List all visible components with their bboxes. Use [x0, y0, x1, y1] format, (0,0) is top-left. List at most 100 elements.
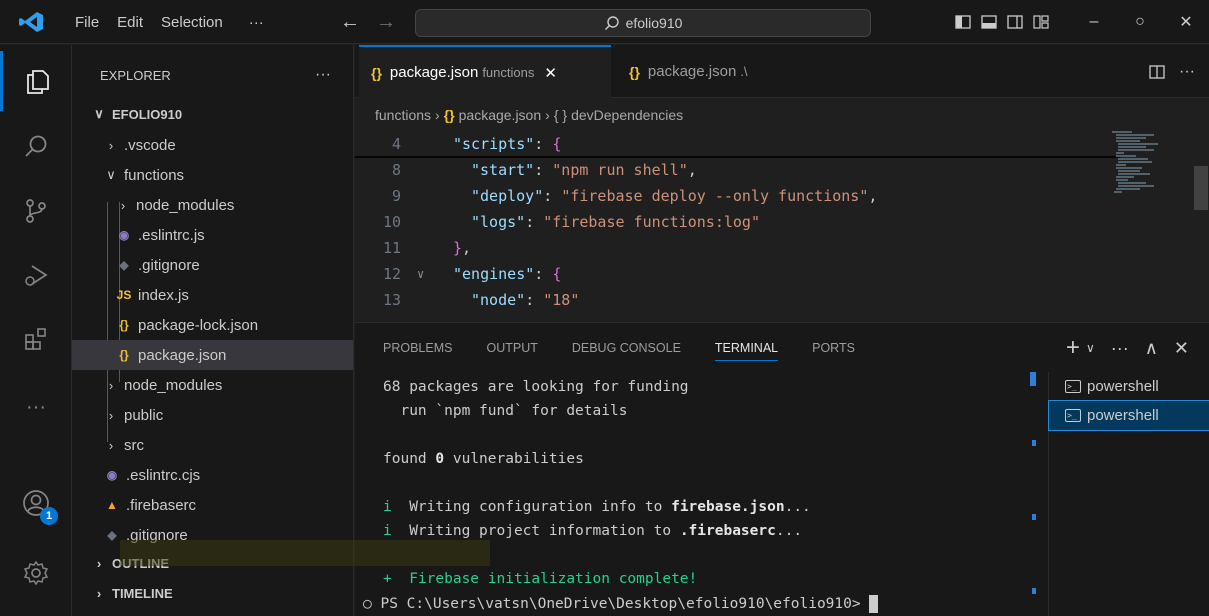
sticky-scroll-divider: [355, 156, 1120, 158]
run-debug-icon: [25, 265, 48, 286]
tab-description: .\: [740, 64, 748, 79]
code-editor[interactable]: 4 "scripts": {8 "start": "npm run shell", 9…: [355, 131, 1209, 321]
panel-more-button[interactable]: ···: [1111, 338, 1129, 359]
toggle-secondary-sidebar-icon[interactable]: [1007, 14, 1023, 30]
line-number: 13: [382, 291, 401, 309]
code-line: 9 "deploy": "firebase deploy --only funct…: [355, 183, 1115, 209]
tree-item[interactable]: › public: [72, 400, 353, 430]
tab-terminal[interactable]: TERMINAL: [714, 341, 779, 361]
customize-layout-icon[interactable]: [1033, 14, 1049, 30]
terminal-line: ○ PS C:\Users\vatsn\OneDrive\Desktop\efo…: [363, 595, 879, 616]
tree-item-label: .eslintrc.cjs: [126, 466, 201, 484]
line-number: 11: [382, 239, 401, 257]
terminal-text: ...: [775, 523, 803, 539]
tree-item[interactable]: {} package-lock.json: [72, 310, 353, 340]
terminal-list: >_ powershell >_ powershell: [1048, 372, 1209, 616]
breadcrumb-package-json[interactable]: package.json: [459, 107, 542, 123]
chevron-right-icon: ›: [108, 377, 114, 393]
forward-arrow-icon[interactable]: →: [376, 11, 396, 34]
close-panel-button[interactable]: ✕: [1174, 338, 1189, 359]
editor-scrollbar[interactable]: [1194, 166, 1208, 210]
chevron-right-icon: ›: [96, 585, 102, 601]
back-arrow-icon[interactable]: ←: [340, 11, 360, 34]
menu-file[interactable]: File: [66, 14, 108, 31]
extensions-activity[interactable]: [0, 309, 72, 369]
command-center-search[interactable]: efolio910: [415, 9, 871, 37]
code-token: ,: [868, 187, 878, 205]
tree-item[interactable]: ▲ .firebaserc: [72, 490, 353, 520]
tree-item[interactable]: ∨ functions: [72, 160, 353, 190]
terminal-line: i Writing configuration info to firebase…: [383, 499, 811, 521]
explorer-activity[interactable]: [0, 51, 72, 111]
terminal-item-powershell[interactable]: >_ powershell: [1049, 372, 1209, 401]
minimap[interactable]: [1108, 131, 1192, 321]
fold-chevron-icon[interactable]: ∨: [417, 267, 435, 281]
account-badge: 1: [40, 507, 58, 525]
restore-button[interactable]: ○: [1117, 13, 1163, 31]
tab-package-json-root[interactable]: {} package.json .\: [617, 45, 807, 98]
terminal-icon: >_: [1065, 409, 1081, 422]
tab-debug-console[interactable]: DEBUG CONSOLE: [572, 341, 681, 355]
manage-activity[interactable]: [0, 543, 72, 603]
tree-item[interactable]: JS index.js: [72, 280, 353, 310]
tree-item[interactable]: › TIMELINE: [72, 578, 353, 608]
tree-item[interactable]: ◉ .eslintrc.cjs: [72, 460, 353, 490]
tree-item[interactable]: › node_modules: [72, 190, 353, 220]
code-token: }: [453, 239, 463, 257]
tree-item[interactable]: › src: [72, 430, 353, 460]
tab-package-json-functions[interactable]: {} package.json functions ✕: [359, 45, 611, 98]
more-icon: ···: [26, 395, 46, 418]
code-token: ,: [687, 161, 697, 179]
tree-item[interactable]: › .vscode: [72, 130, 353, 160]
new-terminal-button[interactable]: +: [1066, 334, 1080, 362]
run-debug-activity[interactable]: [0, 245, 72, 305]
tree-item-label: package-lock.json: [138, 316, 259, 334]
terminal-item-powershell-selected[interactable]: >_ powershell: [1048, 400, 1209, 431]
breadcrumb-devdependencies[interactable]: devDependencies: [571, 107, 683, 123]
search-activity[interactable]: [0, 117, 72, 177]
tree-item[interactable]: {} package.json: [72, 340, 353, 370]
explorer-header: EXPLORER ···: [72, 45, 353, 105]
editor-more-icon[interactable]: ···: [1179, 63, 1195, 81]
explorer-more-button[interactable]: ···: [315, 66, 331, 84]
json-file-icon: {}: [443, 107, 455, 123]
split-editor-icon[interactable]: [1149, 64, 1165, 80]
terminal-line: run `npm fund` for details: [383, 403, 627, 425]
terminal-line: found 0 vulnerabilities: [383, 451, 584, 473]
code-token: "18": [543, 291, 580, 309]
more-activity[interactable]: ···: [0, 377, 72, 437]
menu-selection[interactable]: Selection: [152, 14, 232, 31]
breadcrumb: functions › {} package.json › { } devDep…: [355, 99, 1209, 131]
minimize-button[interactable]: –: [1071, 13, 1117, 31]
terminal-line: + Firebase initialization complete!: [383, 571, 697, 593]
tab-problems[interactable]: PROBLEMS: [383, 341, 452, 355]
terminal-text: ...: [784, 499, 811, 515]
terminal-output[interactable]: 68 packages are looking for funding run …: [355, 373, 1035, 616]
breadcrumb-functions[interactable]: functions: [375, 107, 431, 123]
terminal-text: 0: [435, 451, 445, 467]
close-window-button[interactable]: ✕: [1163, 12, 1209, 32]
source-control-activity[interactable]: [0, 181, 72, 241]
toggle-primary-sidebar-icon[interactable]: [955, 14, 971, 30]
tree-item[interactable]: ◆ .gitignore: [72, 250, 353, 280]
tab-output[interactable]: OUTPUT: [486, 341, 537, 355]
source-control-icon: [26, 199, 46, 223]
menu-edit[interactable]: Edit: [108, 14, 152, 31]
tree-item[interactable]: ◉ .eslintrc.js: [72, 220, 353, 250]
chevron-right-icon: ›: [96, 555, 102, 571]
tree-item[interactable]: › node_modules: [72, 370, 353, 400]
terminal-text: i: [383, 523, 392, 539]
layout-controls: [955, 14, 1049, 30]
maximize-panel-button[interactable]: ∧: [1145, 338, 1158, 359]
code-token: :: [543, 187, 562, 205]
tab-close-button[interactable]: ✕: [544, 64, 557, 82]
git-file-icon: ◆: [107, 528, 117, 542]
toggle-panel-icon[interactable]: [981, 14, 997, 30]
firebase-file-icon: ▲: [106, 498, 118, 512]
menu-more[interactable]: ···: [240, 14, 273, 31]
tree-item[interactable]: ∨ EFOLIO910: [72, 99, 353, 129]
accounts-activity[interactable]: 1: [0, 473, 72, 533]
tab-ports[interactable]: PORTS: [812, 341, 855, 355]
code-token: :: [534, 265, 553, 283]
terminal-dropdown-chevron-icon[interactable]: ∨: [1086, 341, 1095, 355]
